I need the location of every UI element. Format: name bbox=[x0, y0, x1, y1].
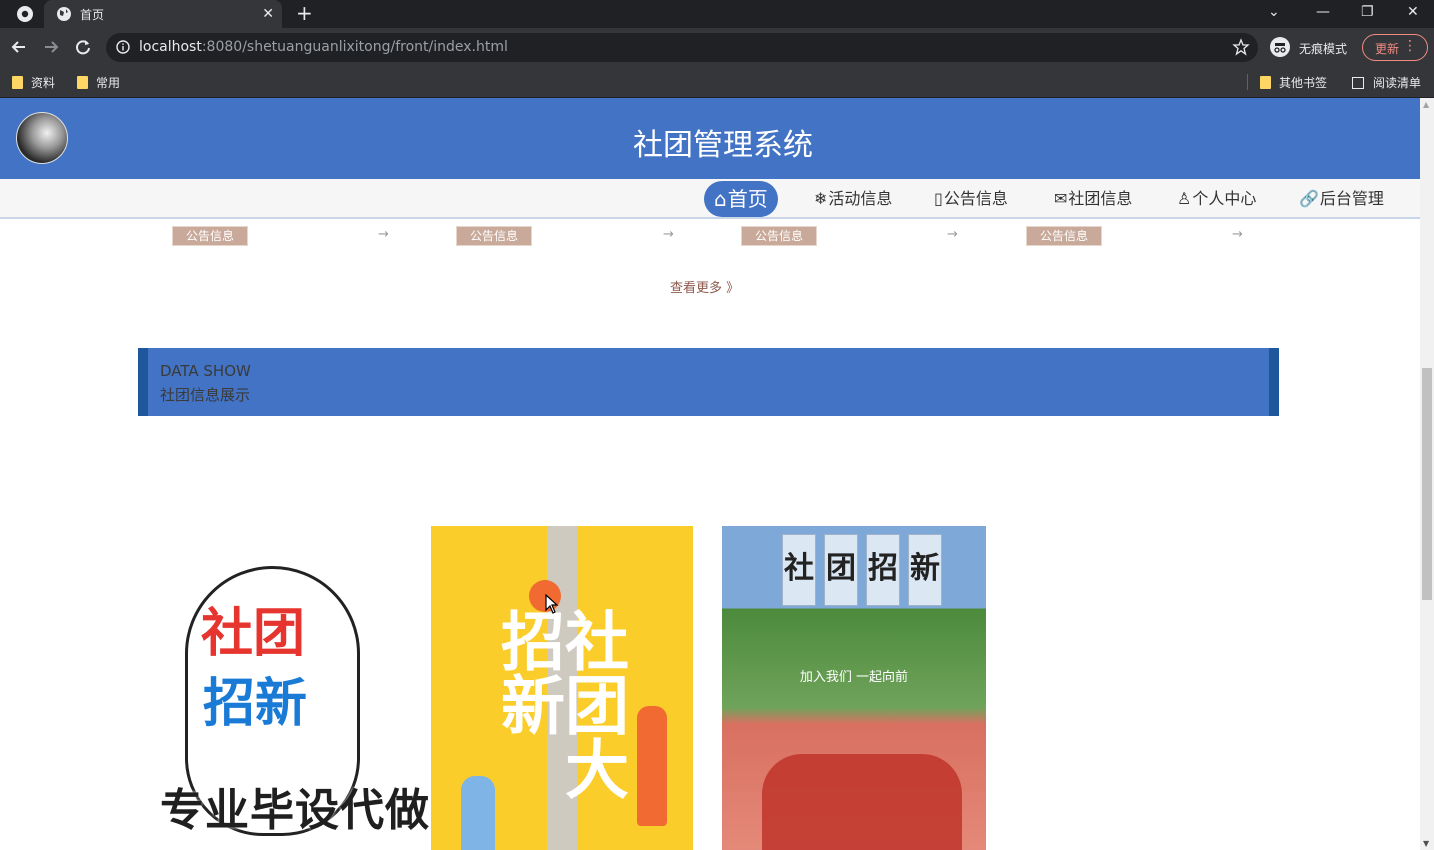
nav-admin[interactable]: 🔗后台管理 bbox=[1299, 181, 1384, 217]
person-figure-image bbox=[637, 706, 667, 826]
poster-text: 招新 bbox=[203, 674, 308, 734]
watermark-text: 专业毕设代做 bbox=[160, 785, 430, 836]
clipboard-icon: ▯ bbox=[934, 189, 943, 208]
url-text: localhost:8080/shetuanguanlixitong/front… bbox=[139, 39, 508, 55]
poster-sign: 社 bbox=[782, 534, 816, 606]
nav-activities[interactable]: ❄活动信息 bbox=[814, 181, 892, 217]
incognito-label: 无痕模式 bbox=[1299, 42, 1348, 56]
view-more-link[interactable]: 查看更多 》 bbox=[670, 277, 739, 296]
close-window-button[interactable]: ✕ bbox=[1407, 3, 1419, 21]
notice-tag[interactable]: 公告信息 bbox=[456, 226, 532, 246]
folder-icon bbox=[77, 76, 88, 89]
back-icon[interactable] bbox=[9, 37, 29, 57]
notice-tag[interactable]: 公告信息 bbox=[172, 226, 248, 246]
chrome-menu-icon[interactable] bbox=[16, 5, 34, 23]
site-title: 社团管理系统 bbox=[633, 128, 813, 163]
home-icon: ⌂ bbox=[714, 187, 727, 211]
scroll-down-icon[interactable]: ▼ bbox=[1423, 839, 1429, 848]
tab-title: 首页 bbox=[80, 8, 105, 22]
notice-list: 公告信息 → 公告信息 → 公告信息 → 公告信息 → 查看更多 》 bbox=[0, 221, 1420, 301]
bookmark-folder-other[interactable]: 其他书签 bbox=[1260, 74, 1327, 91]
crowd-image bbox=[762, 754, 962, 850]
snowflake-icon: ❄ bbox=[814, 189, 828, 208]
globe-icon bbox=[57, 7, 71, 21]
poster-sign: 招 bbox=[866, 534, 900, 606]
bookmark-star-icon[interactable] bbox=[1232, 38, 1250, 56]
info-icon[interactable] bbox=[116, 40, 130, 54]
mail-icon: ✉ bbox=[1054, 189, 1068, 208]
scroll-up-icon[interactable]: ▲ bbox=[1423, 100, 1429, 109]
nav-notices[interactable]: ▯公告信息 bbox=[934, 181, 1008, 217]
tab-search-icon[interactable]: ⌄ bbox=[1268, 3, 1280, 21]
poster-signs: 社 团 招 新 bbox=[782, 534, 942, 606]
tab-home[interactable]: 首页 ✕ bbox=[44, 0, 282, 28]
folder-icon bbox=[1260, 76, 1271, 89]
folder-icon bbox=[12, 76, 23, 89]
notice-tag[interactable]: 公告信息 bbox=[741, 226, 817, 246]
reading-list[interactable]: 阅读清单 bbox=[1352, 74, 1421, 91]
person-figure-image bbox=[461, 776, 495, 850]
mouse-cursor-icon bbox=[545, 594, 559, 614]
bookmarks-bar: 资料 常用 其他书签 阅读清单 bbox=[0, 66, 1434, 98]
link-icon: 🔗 bbox=[1299, 189, 1319, 208]
reading-list-icon bbox=[1352, 77, 1364, 89]
club-card[interactable]: 社团大招新 bbox=[431, 526, 693, 850]
nav-profile[interactable]: ♙个人中心 bbox=[1177, 181, 1256, 217]
banner-cn-title: 社团信息展示 bbox=[160, 386, 251, 404]
notice-tag[interactable]: 公告信息 bbox=[1026, 226, 1102, 246]
address-bar[interactable]: localhost:8080/shetuanguanlixitong/front… bbox=[106, 33, 1258, 62]
arrow-right-icon[interactable]: → bbox=[947, 227, 958, 242]
poster-text: 社团 bbox=[201, 604, 306, 664]
poster-sign: 团 bbox=[824, 534, 858, 606]
update-label: 更新 bbox=[1375, 42, 1400, 56]
poster-text: 社团大招新 bbox=[490, 608, 628, 800]
minimize-button[interactable]: — bbox=[1316, 3, 1330, 21]
browser-tab-strip: 首页 ✕ + ⌄ — ❐ ✕ bbox=[0, 0, 1434, 28]
more-menu-icon[interactable]: ⋮ bbox=[1403, 38, 1417, 54]
scroll-thumb[interactable] bbox=[1422, 368, 1432, 600]
incognito-icon[interactable] bbox=[1270, 37, 1290, 57]
arrow-right-icon[interactable]: → bbox=[1232, 227, 1243, 242]
nav-clubs[interactable]: ✉社团信息 bbox=[1054, 181, 1132, 217]
data-show-banner: DATA SHOW 社团信息展示 bbox=[138, 348, 1279, 416]
restore-button[interactable]: ❐ bbox=[1361, 3, 1374, 21]
poster-sign: 新 bbox=[908, 534, 942, 606]
club-card[interactable]: 社 团 招 新 加入我们 一起向前 bbox=[722, 526, 986, 850]
browser-toolbar: localhost:8080/shetuanguanlixitong/front… bbox=[0, 28, 1434, 66]
user-icon: ♙ bbox=[1177, 189, 1192, 208]
page-viewport: 社团管理系统 ⌂首页 ❄活动信息 ▯公告信息 ✉社团信息 ♙个人中心 🔗后台管理… bbox=[0, 98, 1420, 850]
site-header: 社团管理系统 bbox=[0, 98, 1420, 179]
bookmark-folder-ziliao[interactable]: 资料 bbox=[12, 74, 55, 91]
poster-subtitle: 加入我们 一起向前 bbox=[799, 670, 909, 685]
forward-icon[interactable] bbox=[41, 37, 61, 57]
bookmarks-divider bbox=[1247, 74, 1248, 90]
site-nav: ⌂首页 ❄活动信息 ▯公告信息 ✉社团信息 ♙个人中心 🔗后台管理 bbox=[0, 179, 1420, 219]
arrow-right-icon[interactable]: → bbox=[378, 227, 389, 242]
arrow-right-icon[interactable]: → bbox=[663, 227, 674, 242]
banner-en-title: DATA SHOW bbox=[160, 362, 251, 380]
bookmark-folder-changyong[interactable]: 常用 bbox=[77, 74, 120, 91]
update-button[interactable]: 更新 ⋮ bbox=[1362, 34, 1428, 61]
page-scrollbar[interactable]: ▲ ▼ bbox=[1420, 98, 1434, 850]
nav-home[interactable]: ⌂首页 bbox=[704, 181, 778, 217]
close-tab-icon[interactable]: ✕ bbox=[262, 4, 274, 24]
new-tab-button[interactable]: + bbox=[296, 2, 313, 24]
reload-icon[interactable] bbox=[73, 37, 93, 57]
